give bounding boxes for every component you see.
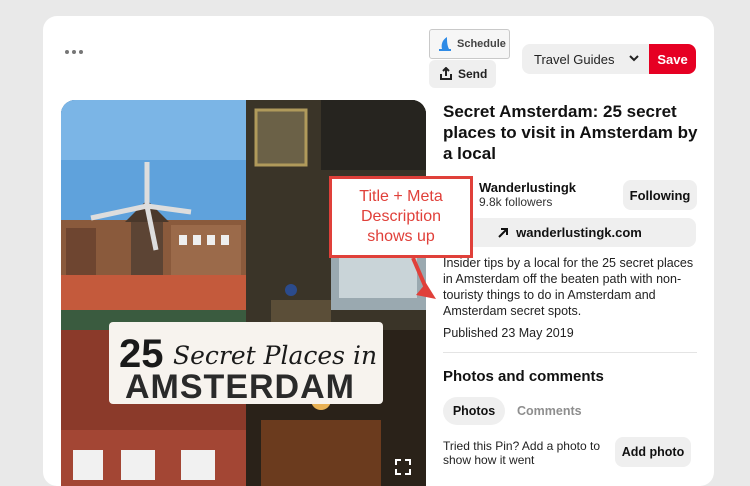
- image-text-title: AMSTERDAM: [125, 368, 355, 406]
- pin-card: Schedule Send Travel Guides Save 25 Secr…: [43, 16, 714, 486]
- ellipsis-icon: [65, 50, 69, 54]
- website-link-label: wanderlustingk.com: [516, 225, 642, 240]
- published-date: Published 23 May 2019: [443, 326, 574, 340]
- schedule-icon: [439, 37, 451, 51]
- share-upload-icon: [440, 67, 452, 80]
- tab-photos[interactable]: Photos: [443, 397, 505, 425]
- board-select-value: Travel Guides: [534, 51, 615, 67]
- tried-pin-prompt: Tried this Pin? Add a photo to show how …: [443, 439, 600, 467]
- board-select[interactable]: Travel Guides: [522, 44, 650, 74]
- schedule-label: Schedule: [457, 38, 506, 50]
- following-button[interactable]: Following: [623, 180, 697, 210]
- tab-comments[interactable]: Comments: [517, 404, 582, 418]
- image-text-script: Secret Places in: [173, 341, 377, 370]
- pin-image-collage: 25 Secret Places in AMSTERDAM: [61, 100, 426, 486]
- annotation-callout: Title + Meta Description shows up: [329, 176, 473, 258]
- pin-title[interactable]: Secret Amsterdam: 25 secret places to vi…: [443, 101, 703, 164]
- schedule-button[interactable]: Schedule: [429, 29, 510, 59]
- pin-image[interactable]: 25 Secret Places in AMSTERDAM: [61, 100, 426, 486]
- author-name[interactable]: Wanderlustingk: [479, 180, 576, 195]
- add-photo-button[interactable]: Add photo: [615, 437, 691, 467]
- chevron-down-icon: [629, 55, 639, 62]
- comments-heading: Photos and comments: [443, 368, 604, 385]
- more-options-button[interactable]: [65, 47, 87, 57]
- save-button[interactable]: Save: [649, 44, 696, 74]
- send-button[interactable]: Send: [429, 60, 496, 88]
- website-link-button[interactable]: wanderlustingk.com: [443, 218, 696, 247]
- author-followers: 9.8k followers: [479, 195, 553, 209]
- divider: [443, 352, 697, 353]
- expand-icon[interactable]: [394, 458, 412, 476]
- send-label: Send: [458, 67, 488, 81]
- pin-description: Insider tips by a local for the 25 secre…: [443, 256, 694, 318]
- arrow-up-right-icon: [498, 227, 509, 238]
